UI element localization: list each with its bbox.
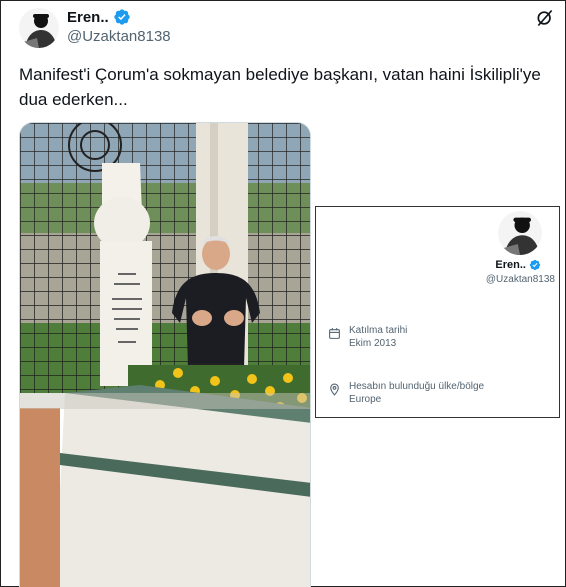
location-row: Hesabın bulunduğu ülke/bölge Europe: [328, 380, 484, 406]
profile-hover-card: Eren.. @Uzaktan8138 Katılma tarihi Ekim …: [315, 206, 560, 418]
profile-card-avatar[interactable]: [498, 211, 542, 255]
joined-row: Katılma tarihi Ekim 2013: [328, 324, 407, 350]
verified-badge-icon: [114, 9, 130, 25]
profile-card-name[interactable]: Eren..: [495, 259, 526, 271]
author-name-row[interactable]: Eren..: [67, 8, 131, 26]
profile-card-name-row[interactable]: Eren..: [495, 259, 541, 271]
author-avatar[interactable]: [19, 8, 59, 48]
location-pin-icon: [330, 383, 339, 396]
location-value: Europe: [349, 394, 382, 405]
author-name[interactable]: Eren..: [67, 9, 109, 26]
profile-card-handle[interactable]: @Uzaktan8138: [486, 274, 555, 285]
joined-label: Katılma tarihi: [349, 325, 408, 336]
tweet-photo[interactable]: [19, 122, 311, 587]
verified-badge-icon: [529, 259, 541, 271]
joined-value: Ekim 2013: [349, 338, 397, 349]
tweet-text: Manifest'i Çorum'a sokmayan belediye baş…: [19, 65, 541, 109]
location-label: Hesabın bulunduğu ülke/bölge: [349, 381, 485, 392]
author-handle[interactable]: @Uzaktan8138: [67, 28, 171, 45]
grok-icon[interactable]: [535, 8, 555, 28]
photo-graphic: [20, 123, 310, 587]
calendar-icon: [329, 328, 340, 339]
